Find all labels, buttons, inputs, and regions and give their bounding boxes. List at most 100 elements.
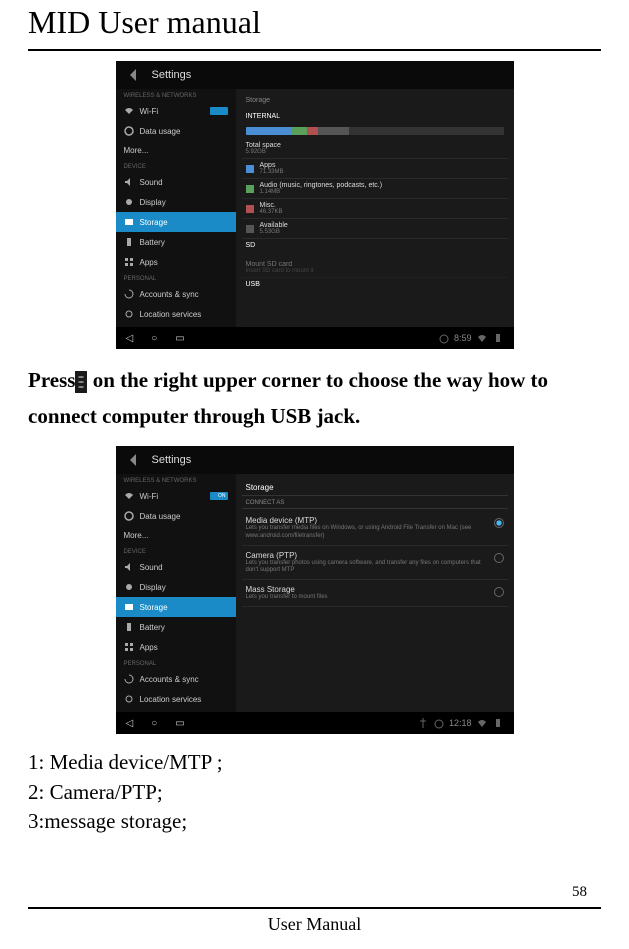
usb-option-mtp[interactable]: Media device (MTP) Lets you transfer med… (242, 511, 508, 545)
display-icon (124, 582, 134, 592)
sidebar-item-sound[interactable]: Sound (116, 172, 236, 192)
nav-back-icon[interactable]: ◁ (126, 333, 134, 344)
sidebar-item-accounts-sync[interactable]: Accounts & sync (116, 669, 236, 689)
usb-notif-icon (417, 717, 429, 729)
sidebar-item-data-usage[interactable]: Data usage (116, 506, 236, 526)
sidebar-item-battery[interactable]: Battery (116, 617, 236, 637)
storage-row-total[interactable]: Total space 5.92GB (242, 139, 508, 159)
sidebar-item-wifi[interactable]: Wi-Fi (116, 101, 236, 121)
sidebar-item-storage[interactable]: Storage (116, 212, 236, 232)
wifi-toggle[interactable]: ON (210, 492, 228, 500)
sidebar-item-location[interactable]: Location services (116, 689, 236, 709)
option-desc: Lets you transfer photos using camera so… (246, 560, 488, 574)
radio-unchecked-icon[interactable] (494, 553, 504, 563)
sidebar-item-apps[interactable]: Apps (116, 252, 236, 272)
battery-icon (124, 237, 134, 247)
battery-icon (124, 622, 134, 632)
back-icon[interactable] (126, 452, 142, 468)
nav-recent-icon[interactable]: ▭ (175, 718, 184, 729)
document-title: MID User manual (28, 0, 601, 51)
option-title: Mass Storage (246, 585, 488, 594)
storage-seg-available (318, 127, 349, 135)
internal-header: INTERNAL (242, 110, 508, 123)
storage-icon (124, 602, 134, 612)
storage-seg-audio (292, 127, 307, 135)
color-dot-misc (246, 205, 254, 213)
storage-label: Available (260, 222, 288, 229)
storage-value: 71.33MB (260, 169, 284, 175)
color-dot-apps (246, 165, 254, 173)
settings-main-panel: Storage CONNECT AS Media device (MTP) Le… (236, 474, 514, 712)
sidebar-item-sound[interactable]: Sound (116, 557, 236, 577)
sidebar-item-label: More... (124, 531, 149, 540)
storage-row-available[interactable]: Available 5.53GB (242, 219, 508, 239)
screenshot-usb-connect: Settings WIRELESS & NETWORKS Wi-Fi ON Da… (116, 446, 514, 734)
sidebar-item-display[interactable]: Display (116, 192, 236, 212)
overflow-menu-icon (75, 371, 87, 393)
usb-header: USB (242, 278, 508, 291)
radio-unchecked-icon[interactable] (494, 587, 504, 597)
page-number: 58 (572, 884, 587, 901)
sidebar-item-battery[interactable]: Battery (116, 232, 236, 252)
nav-back-icon[interactable]: ◁ (126, 718, 134, 729)
nav-home-icon[interactable]: ○ (151, 718, 157, 729)
sidebar-item-data-usage[interactable]: Data usage (116, 121, 236, 141)
option-title: Media device (MTP) (246, 516, 488, 525)
alarm-icon (433, 717, 445, 729)
wifi-toggle[interactable] (210, 107, 228, 115)
sidebar-item-apps[interactable]: Apps (116, 637, 236, 657)
storage-row-mount-sd: Mount SD card Insert SD card to mount it (242, 258, 508, 278)
apps-icon (124, 257, 134, 267)
wifi-icon (124, 491, 134, 501)
sidebar-section-wireless: WIRELESS & NETWORKS (116, 89, 236, 101)
sidebar-section-personal: PERSONAL (116, 272, 236, 284)
storage-value: 5.92GB (246, 149, 281, 155)
sidebar-item-location[interactable]: Location services (116, 304, 236, 324)
storage-desc: Insert SD card to mount it (246, 268, 314, 274)
storage-row-audio[interactable]: Audio (music, ringtones, podcasts, etc.)… (242, 179, 508, 199)
sidebar-item-label: Battery (140, 238, 165, 247)
usb-option-mass-storage[interactable]: Mass Storage Lets you transfer to mount … (242, 580, 508, 607)
sidebar-item-label: Display (140, 198, 166, 207)
radio-checked-icon[interactable] (494, 518, 504, 528)
sync-icon (124, 289, 134, 299)
sidebar-item-more[interactable]: More... (116, 141, 236, 160)
storage-row-apps[interactable]: Apps 71.33MB (242, 159, 508, 179)
storage-row-misc[interactable]: Misc. 46.37KB (242, 199, 508, 219)
usb-option-ptp[interactable]: Camera (PTP) Lets you transfer photos us… (242, 546, 508, 580)
settings-main-panel: Storage INTERNAL Total space 5.92GB Apps… (236, 89, 514, 327)
topbar-title: Settings (152, 454, 192, 466)
back-icon[interactable] (126, 67, 142, 83)
sidebar-item-label: Wi-Fi (140, 492, 159, 501)
nav-home-icon[interactable]: ○ (151, 333, 157, 344)
alarm-icon (438, 332, 450, 344)
footer-divider (28, 907, 601, 909)
wifi-status-icon (476, 717, 488, 729)
data-usage-icon (124, 126, 134, 136)
storage-label: Audio (music, ringtones, podcasts, etc.) (260, 182, 383, 189)
sidebar-item-label: Apps (140, 643, 158, 652)
sidebar-item-display[interactable]: Display (116, 577, 236, 597)
connect-as-header: CONNECT AS (242, 498, 508, 509)
sidebar-item-wifi[interactable]: Wi-Fi ON (116, 486, 236, 506)
list-item: 1: Media device/MTP ; (28, 748, 601, 777)
sidebar-item-label: Sound (140, 563, 163, 572)
clock-text: 12:18 (449, 718, 472, 728)
sound-icon (124, 562, 134, 572)
android-navbar: ◁ ○ ▭ 8:59 (116, 327, 514, 349)
sidebar-item-label: Data usage (140, 512, 181, 521)
nav-recent-icon[interactable]: ▭ (175, 333, 184, 344)
sidebar-item-label: More... (124, 146, 149, 155)
list-item: 3:message storage; (28, 807, 601, 836)
wifi-status-icon (476, 332, 488, 344)
sidebar-item-label: Storage (140, 603, 168, 612)
location-icon (124, 694, 134, 704)
instruction-part1: Press (28, 368, 75, 392)
sidebar-item-storage[interactable]: Storage (116, 597, 236, 617)
storage-value: 1.14MB (260, 189, 383, 195)
sidebar-item-more[interactable]: More... (116, 526, 236, 545)
location-icon (124, 309, 134, 319)
sidebar-item-accounts-sync[interactable]: Accounts & sync (116, 284, 236, 304)
sd-header: SD (242, 239, 508, 252)
android-navbar: ◁ ○ ▭ 12:18 (116, 712, 514, 734)
